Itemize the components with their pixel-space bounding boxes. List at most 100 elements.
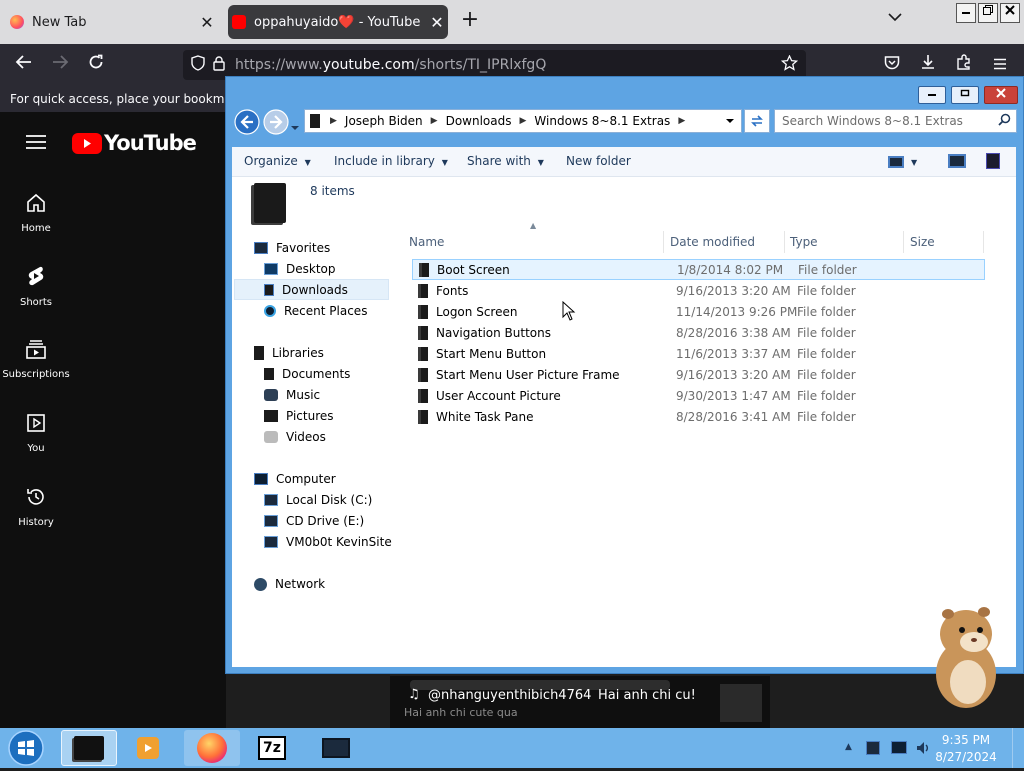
breadcrumb-joseph-biden[interactable]: Joseph Biden — [345, 114, 423, 128]
address-bar[interactable]: ▶ Joseph Biden ▶ Downloads ▶ Windows 8~8… — [304, 109, 742, 133]
restore-browser-button[interactable] — [978, 3, 998, 23]
organize-button[interactable]: Organize ▼ — [244, 154, 311, 168]
nav-computer[interactable]: Computer — [254, 469, 336, 489]
tracking-protection-shield-icon[interactable] — [191, 55, 205, 75]
file-row-selected[interactable]: Boot Screen 1/8/2014 8:02 PM File folder — [412, 259, 985, 280]
youtube-logo[interactable]: YouTube — [72, 131, 197, 155]
close-window-button[interactable] — [984, 86, 1018, 104]
url-prefix: https://www. — [235, 57, 323, 73]
network-tray-icon[interactable] — [891, 741, 907, 754]
youtube-nav-subscriptions[interactable]: Subscriptions — [0, 338, 72, 380]
youtube-nav-history[interactable]: History — [0, 486, 72, 528]
taskbar-explorer[interactable] — [61, 730, 117, 766]
taskbar-7zip[interactable]: 7z — [244, 730, 300, 766]
nav-label: VM0b0t KevinSite — [286, 535, 392, 549]
nav-downloads[interactable]: Downloads — [264, 280, 348, 300]
address-history-chevron-icon[interactable] — [725, 114, 735, 128]
start-button[interactable] — [6, 729, 46, 771]
maximize-window-button[interactable] — [951, 86, 979, 104]
back-icon[interactable] — [11, 53, 37, 77]
share-with-button[interactable]: Share with ▼ — [467, 154, 544, 168]
chevron-down-icon: ▼ — [304, 158, 311, 167]
include-in-library-button[interactable]: Include in library ▼ — [334, 154, 448, 168]
volume-tray-icon[interactable] — [915, 740, 931, 760]
file-row[interactable]: Navigation Buttons 8/28/2016 3:38 AM Fil… — [412, 322, 985, 343]
refresh-button[interactable] — [744, 109, 770, 133]
nav-pictures[interactable]: Pictures — [264, 406, 334, 426]
nav-cd-drive[interactable]: CD Drive (E:) — [264, 511, 364, 531]
close-browser-button[interactable] — [1000, 3, 1020, 23]
breadcrumb-separator-icon[interactable]: ▶ — [431, 116, 438, 126]
tab-new-tab[interactable]: New Tab ✕ — [6, 5, 218, 39]
file-row[interactable]: Start Menu Button 11/6/2013 3:37 AM File… — [412, 343, 985, 364]
column-divider[interactable] — [663, 231, 664, 253]
breadcrumb-separator-icon[interactable]: ▶ — [678, 116, 685, 126]
column-divider[interactable] — [903, 231, 904, 253]
file-row[interactable]: Fonts 9/16/2013 3:20 AM File folder — [412, 280, 985, 301]
tab-youtube[interactable]: oppahuyaido❤️ - YouTube ✕ — [228, 5, 448, 39]
show-hidden-icons-button[interactable]: ▲ — [845, 742, 852, 752]
file-row[interactable]: White Task Pane 8/28/2016 3:41 AM File f… — [412, 406, 985, 427]
bookmark-star-icon[interactable] — [780, 54, 799, 75]
youtube-nav-shorts[interactable]: Shorts — [0, 264, 72, 308]
breadcrumb-current-folder[interactable]: Windows 8~8.1 Extras — [534, 114, 670, 128]
nav-libraries[interactable]: Libraries — [254, 343, 324, 363]
youtube-nav-home[interactable]: Home — [0, 192, 72, 234]
list-tabs-chevron-icon[interactable] — [884, 10, 906, 32]
taskbar-media-player[interactable] — [120, 730, 176, 766]
downloads-icon[interactable] — [915, 53, 941, 77]
column-divider[interactable] — [784, 231, 785, 253]
search-box[interactable]: Search Windows 8~8.1 Extras — [774, 109, 1017, 133]
nav-documents[interactable]: Documents — [264, 364, 350, 384]
file-row[interactable]: Start Menu User Picture Frame 9/16/2013 … — [412, 364, 985, 385]
nav-desktop[interactable]: Desktop — [264, 259, 336, 279]
file-row[interactable]: Logon Screen 11/14/2013 9:26 PM File fol… — [412, 301, 985, 322]
column-header-type[interactable]: Type — [790, 235, 818, 249]
youtube-nav-you[interactable]: You — [0, 412, 72, 454]
caption-username[interactable]: @nhanguyenthibich4764 — [428, 688, 591, 703]
nav-music[interactable]: Music — [264, 385, 320, 405]
column-divider[interactable] — [983, 231, 984, 253]
explorer-back-button[interactable] — [234, 109, 260, 139]
breadcrumb-separator-icon[interactable]: ▶ — [519, 116, 526, 126]
breadcrumb-downloads[interactable]: Downloads — [446, 114, 512, 128]
nav-videos[interactable]: Videos — [264, 427, 326, 447]
search-icon[interactable] — [998, 113, 1011, 129]
browser-tab-bar: New Tab ✕ oppahuyaido❤️ - YouTube ✕ + — [0, 0, 1024, 44]
recent-pages-chevron-icon[interactable] — [290, 117, 300, 136]
taskbar-clock[interactable]: 9:35 PM 8/27/2024 — [930, 732, 1002, 766]
minimize-browser-button[interactable] — [956, 3, 976, 23]
change-view-button[interactable]: ▼ — [888, 153, 934, 171]
new-folder-button[interactable]: New folder — [566, 154, 631, 168]
close-tab-icon[interactable]: ✕ — [196, 13, 218, 32]
show-desktop-button[interactable] — [1012, 728, 1024, 768]
minimize-window-button[interactable] — [918, 86, 946, 104]
nav-favorites[interactable]: Favorites — [254, 238, 330, 258]
app-menu-hamburger-icon[interactable] — [987, 53, 1013, 77]
reload-icon[interactable] — [83, 53, 109, 77]
file-row[interactable]: User Account Picture 9/30/2013 1:47 AM F… — [412, 385, 985, 406]
breadcrumb-separator-icon[interactable]: ▶ — [330, 116, 337, 126]
tab-title: New Tab — [32, 14, 87, 30]
nav-network-drive[interactable]: VM0b0t KevinSite — [264, 532, 392, 552]
column-header-date[interactable]: Date modified — [670, 235, 755, 249]
preview-pane-icon[interactable] — [948, 154, 966, 168]
action-center-tray-icon[interactable] — [866, 741, 880, 755]
explorer-forward-button[interactable] — [263, 109, 289, 139]
pocket-icon[interactable] — [879, 53, 905, 77]
lock-icon[interactable] — [213, 55, 225, 75]
nav-network[interactable]: Network — [254, 574, 325, 594]
youtube-menu-hamburger-icon[interactable] — [26, 134, 46, 154]
help-icon[interactable] — [986, 153, 1000, 169]
close-tab-icon[interactable]: ✕ — [426, 13, 448, 32]
nav-local-disk[interactable]: Local Disk (C:) — [264, 490, 372, 510]
extensions-icon[interactable] — [951, 53, 977, 77]
music-thumbnail[interactable] — [720, 684, 762, 722]
column-header-size[interactable]: Size — [910, 235, 935, 249]
forward-icon[interactable] — [47, 53, 73, 77]
taskbar-control-panel[interactable] — [308, 730, 364, 766]
taskbar-firefox[interactable] — [184, 730, 240, 766]
new-tab-button[interactable]: + — [458, 9, 482, 33]
column-header-name[interactable]: Name — [409, 235, 444, 249]
nav-recent-places[interactable]: Recent Places — [264, 301, 367, 321]
